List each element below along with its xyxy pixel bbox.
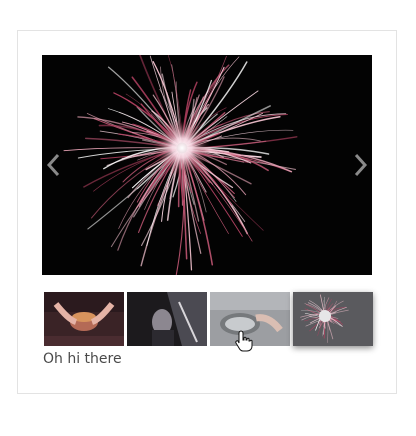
fireworks-thumbnail-image	[293, 292, 373, 346]
fireworks-image	[42, 55, 372, 275]
chevron-right-icon	[354, 153, 368, 177]
chevron-left-icon	[46, 153, 60, 177]
car-thumbnail-image	[127, 292, 207, 346]
burger-thumbnail-image	[44, 292, 124, 346]
gallery-card: Oh hi there	[17, 30, 397, 394]
thumbnail-hands-burger[interactable]	[44, 292, 124, 346]
thumbnail-fireworks[interactable]	[293, 292, 373, 346]
main-photo-fireworks[interactable]	[42, 55, 372, 275]
hand-pointer-icon	[235, 330, 253, 352]
thumbnail-car-dark[interactable]	[127, 292, 207, 346]
gallery-caption: Oh hi there	[43, 351, 122, 367]
next-arrow[interactable]	[352, 151, 368, 179]
thumbnail-strip	[42, 292, 374, 346]
prev-arrow[interactable]	[46, 151, 62, 179]
